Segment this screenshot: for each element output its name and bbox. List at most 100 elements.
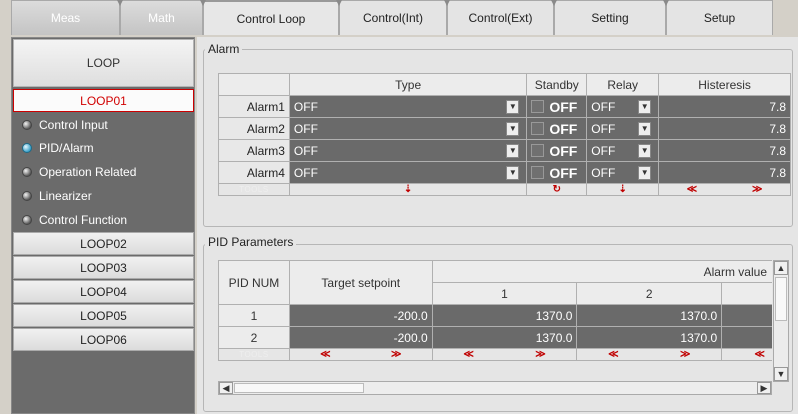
standby-value: OFF <box>549 164 578 181</box>
dropdown-arrow-icon[interactable]: ▼ <box>638 165 652 180</box>
alarm-value-cell[interactable]: 1370.0 <box>431 304 578 327</box>
loop-label: LOOP04 <box>80 284 127 299</box>
relay-value: OFF <box>591 99 616 114</box>
checkbox-icon[interactable] <box>531 122 545 135</box>
target-setpoint-value[interactable]: -200.0 <box>288 326 433 349</box>
tab-setting[interactable]: Setting <box>554 0 666 35</box>
alarm-value-cell[interactable]: 1370.0 <box>576 326 723 349</box>
alarm-type-select[interactable]: OFF ▼ <box>288 95 528 118</box>
alarm-type-value: OFF <box>293 143 318 158</box>
dropdown-arrow-icon[interactable]: ▼ <box>506 99 520 114</box>
standby-checkbox[interactable]: OFF <box>526 161 588 184</box>
double-right-icon[interactable]: ≫ <box>680 349 690 360</box>
relay-select[interactable]: OFF ▼ <box>586 117 660 140</box>
sidebar-item-label: Linearizer <box>39 189 92 203</box>
dropdown-arrow-icon[interactable]: ▼ <box>638 99 652 114</box>
standby-checkbox[interactable]: OFF <box>526 139 588 162</box>
checkbox-icon[interactable] <box>531 166 545 179</box>
dropdown-arrow-icon[interactable]: ▼ <box>506 165 520 180</box>
tab-control-int-label: Control(Int) <box>362 11 424 25</box>
tools-label: TOOLS <box>218 348 290 361</box>
alarm-value-cell[interactable] <box>721 326 772 349</box>
sidebar-item-control-input[interactable]: Control Input <box>22 114 108 136</box>
vertical-scrollbar[interactable]: ▲ ▼ <box>773 260 789 382</box>
tab-setup[interactable]: Setup <box>666 0 773 35</box>
loop04-button[interactable]: LOOP04 <box>13 280 194 303</box>
alarm-value-header: Alarm value <box>431 260 772 283</box>
table-row: Alarm3 OFF ▼ OFF OFF ▼ 7.8 <box>218 139 791 162</box>
histeresis-header: Histeresis <box>658 73 791 96</box>
loop05-button[interactable]: LOOP05 <box>13 304 194 327</box>
main-panel: Alarm Type Standby Relay Histeresis Alar… <box>197 37 798 414</box>
histeresis-value[interactable]: 7.8 <box>658 161 791 184</box>
double-left-icon[interactable]: ≪ <box>463 349 473 360</box>
double-right-icon[interactable]: ≫ <box>391 349 401 360</box>
alarm-type-select[interactable]: OFF ▼ <box>288 139 528 162</box>
target-setpoint-header: Target setpoint <box>288 260 433 305</box>
loop01-selected[interactable]: LOOP01 <box>13 89 194 112</box>
tab-control-ext-label: Control(Ext) <box>468 11 533 25</box>
sidebar-item-linearizer[interactable]: Linearizer <box>22 185 92 207</box>
loop-header[interactable]: LOOP <box>13 39 194 87</box>
table-row: 1 -200.0 1370.0 1370.0 <box>218 304 772 327</box>
scroll-right-icon[interactable]: ▶ <box>757 382 771 394</box>
checkbox-icon[interactable] <box>531 144 545 157</box>
fill-down-icon[interactable]: ⇣ <box>288 183 528 196</box>
histeresis-value[interactable]: 7.8 <box>658 139 791 162</box>
target-setpoint-value[interactable]: -200.0 <box>288 304 433 327</box>
tab-math[interactable]: Math <box>120 0 203 35</box>
fill-down-icon[interactable]: ⇣ <box>586 183 660 196</box>
scroll-up-icon[interactable]: ▲ <box>774 261 788 275</box>
histeresis-value[interactable]: 7.8 <box>658 117 791 140</box>
dropdown-arrow-icon[interactable]: ▼ <box>506 143 520 158</box>
pid-num-cell: 1 <box>218 304 290 327</box>
standby-value: OFF <box>549 142 578 159</box>
tab-control-ext[interactable]: Control(Ext) <box>447 0 554 35</box>
reset-icon[interactable]: ↻ <box>526 183 588 196</box>
alarm-type-select[interactable]: OFF ▼ <box>288 117 528 140</box>
loop-sidebar: LOOP LOOP01 Control Input PID/Alarm Oper… <box>11 37 195 414</box>
loop02-button[interactable]: LOOP02 <box>13 232 194 255</box>
alarm-type-select[interactable]: OFF ▼ <box>288 161 528 184</box>
alarm-row-label: Alarm4 <box>218 161 290 184</box>
double-left-icon[interactable]: ≪ <box>320 349 330 360</box>
double-left-icon[interactable]: ≪ <box>608 349 618 360</box>
scroll-down-icon[interactable]: ▼ <box>774 367 788 381</box>
sidebar-item-pid-alarm[interactable]: PID/Alarm <box>22 137 94 159</box>
dropdown-arrow-icon[interactable]: ▼ <box>506 121 520 136</box>
table-row: Alarm4 OFF ▼ OFF OFF ▼ 7.8 <box>218 161 791 184</box>
tab-control-loop[interactable]: Control Loop <box>203 0 339 35</box>
sidebar-item-control-function[interactable]: Control Function <box>22 209 127 231</box>
scroll-thumb-vertical[interactable] <box>775 277 787 321</box>
dropdown-arrow-icon[interactable]: ▼ <box>638 143 652 158</box>
alarm-col1-header: 1 <box>431 282 578 305</box>
double-right-icon[interactable]: ≫ <box>535 349 545 360</box>
relay-select[interactable]: OFF ▼ <box>586 95 660 118</box>
tools-label: TOOLS <box>218 183 290 196</box>
scroll-thumb[interactable] <box>234 383 364 393</box>
pid-table-viewport: PID NUM Target setpoint Alarm value 1 2 … <box>218 260 772 395</box>
tab-meas[interactable]: Meas <box>11 0 120 35</box>
double-left-icon[interactable]: ≪ <box>754 349 764 360</box>
double-left-icon[interactable]: ≪ <box>687 184 697 195</box>
alarm-value-cell[interactable]: 1370.0 <box>431 326 578 349</box>
alarm-value-cell[interactable] <box>721 304 772 327</box>
histeresis-value[interactable]: 7.8 <box>658 95 791 118</box>
double-right-icon[interactable]: ≫ <box>752 184 762 195</box>
alarm-value-cell[interactable]: 1370.0 <box>576 304 723 327</box>
alarm-type-value: OFF <box>293 121 318 136</box>
dropdown-arrow-icon[interactable]: ▼ <box>638 121 652 136</box>
standby-checkbox[interactable]: OFF <box>526 117 588 140</box>
standby-checkbox[interactable]: OFF <box>526 95 588 118</box>
relay-select[interactable]: OFF ▼ <box>586 161 660 184</box>
pid-group-title: PID Parameters <box>205 235 297 249</box>
tab-setting-label: Setting <box>591 11 629 25</box>
sidebar-item-operation-related[interactable]: Operation Related <box>22 161 136 183</box>
loop06-button[interactable]: LOOP06 <box>13 328 194 351</box>
scroll-left-icon[interactable]: ◀ <box>219 382 233 394</box>
relay-select[interactable]: OFF ▼ <box>586 139 660 162</box>
tab-control-int[interactable]: Control(Int) <box>339 0 447 35</box>
horizontal-scrollbar[interactable]: ◀ ▶ <box>218 381 772 395</box>
loop03-button[interactable]: LOOP03 <box>13 256 194 279</box>
checkbox-icon[interactable] <box>531 100 545 113</box>
